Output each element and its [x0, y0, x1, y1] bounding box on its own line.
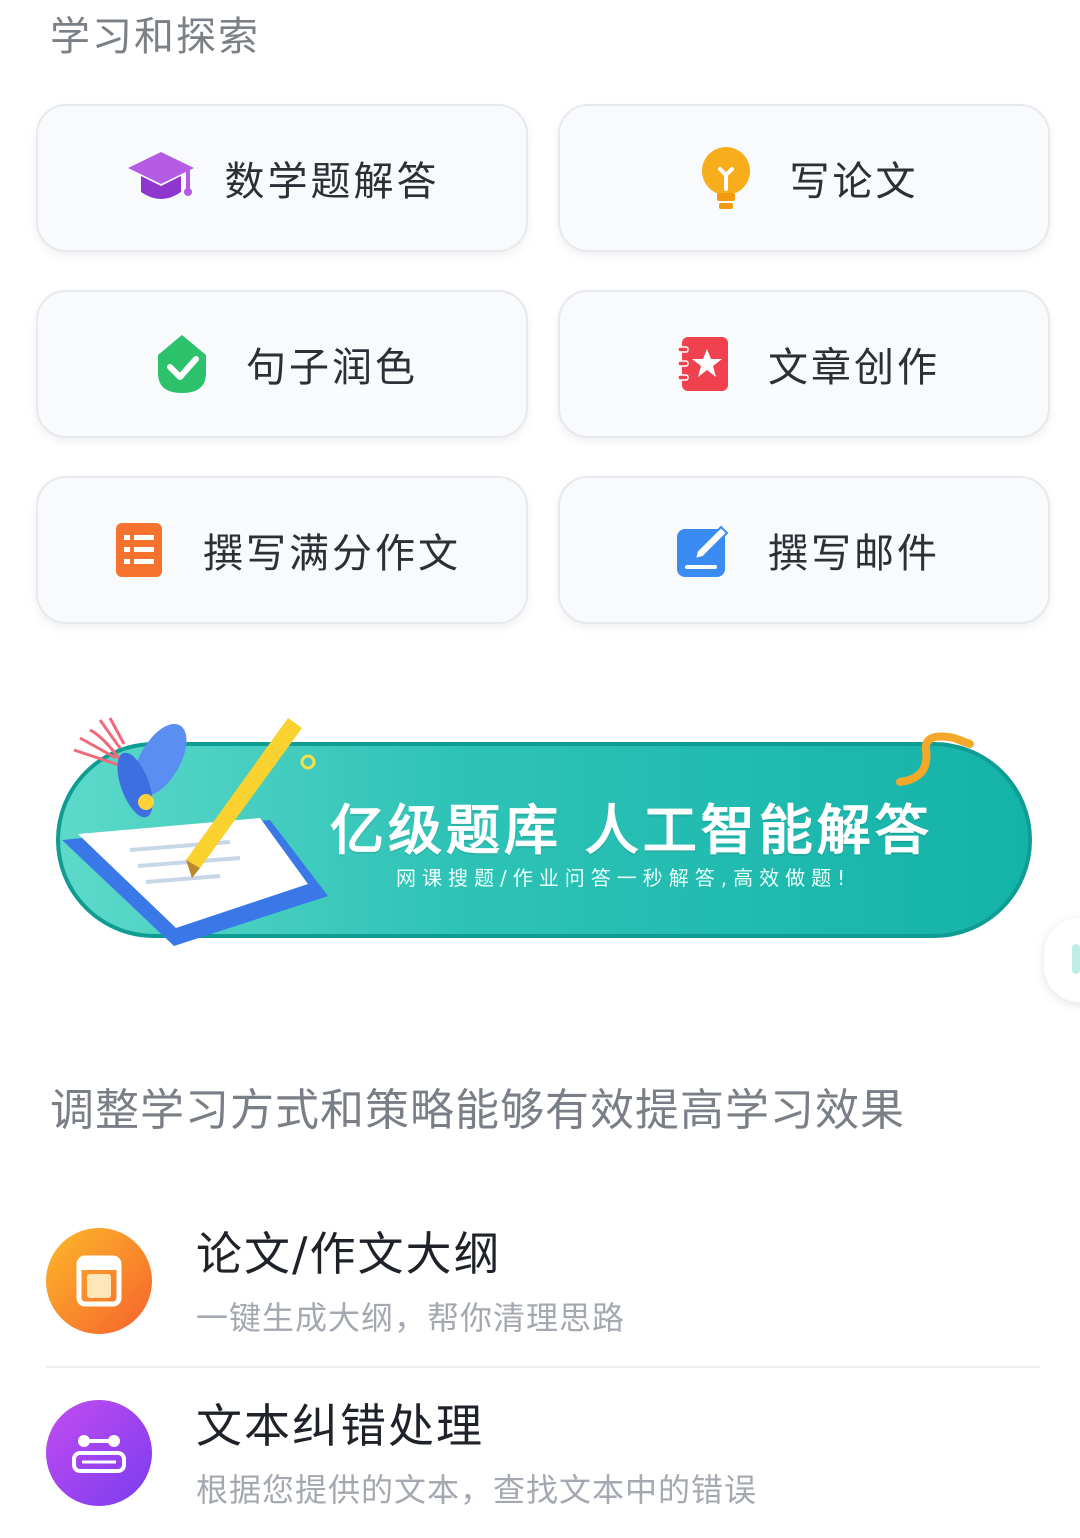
notebook-icon	[46, 1228, 152, 1334]
card-label: 文章创作	[768, 345, 940, 391]
full-score-essay-card[interactable]: 撰写满分作文	[36, 476, 528, 624]
sentence-polish-card[interactable]: 句子润色	[36, 290, 528, 438]
side-float-handle[interactable]	[1044, 918, 1080, 1002]
write-email-card[interactable]: 撰写邮件	[558, 476, 1050, 624]
lightbulb-icon	[690, 142, 762, 214]
write-paper-card[interactable]: 写论文	[558, 104, 1050, 252]
article-creation-card[interactable]: 文章创作	[558, 290, 1050, 438]
list-item-title: 文本纠错处理	[196, 1399, 484, 1453]
card-label: 数学题解答	[224, 159, 440, 205]
list-item-text-correction[interactable]: 文本纠错处理 根据您提供的文本，查找文本中的错误	[46, 1366, 1040, 1538]
math-solver-card[interactable]: 数学题解答	[36, 104, 528, 252]
list-item-subtitle: 根据您提供的文本，查找文本中的错误	[196, 1471, 758, 1509]
banner-subtitle: 网课搜题/作业问答一秒解答,高效做题!	[396, 866, 852, 890]
star-notebook-icon	[668, 328, 740, 400]
section-title: 学习和探索	[50, 14, 260, 60]
feature-list: 论文/作文大纲 一键生成大纲，帮你清理思路 文本纠错处理 根据您提供的文本，查找…	[46, 1196, 1040, 1538]
card-label: 写论文	[789, 159, 919, 205]
graduation-cap-icon	[125, 142, 197, 214]
list-item-subtitle: 一键生成大纲，帮你清理思路	[196, 1299, 626, 1337]
card-label: 句子润色	[246, 345, 418, 391]
banner-title: 亿级题库 人工智能解答	[330, 799, 933, 862]
edit-pen-icon	[668, 514, 740, 586]
question-bank-banner[interactable]: 亿级题库 人工智能解答 网课搜题/作业问答一秒解答,高效做题!	[50, 700, 1040, 960]
check-badge-icon	[146, 328, 218, 400]
list-item-essay-outline[interactable]: 论文/作文大纲 一键生成大纲，帮你清理思路	[46, 1196, 1040, 1366]
card-label: 撰写邮件	[768, 531, 940, 577]
card-label: 撰写满分作文	[203, 531, 461, 577]
list-document-icon	[103, 514, 175, 586]
text-correction-icon	[46, 1400, 152, 1506]
tip-text: 调整学习方式和策略能够有效提高学习效果	[50, 1085, 905, 1136]
feature-grid: 数学题解答 写论文 句子润色 文章创作 撰写满分作文 撰写邮件	[36, 104, 1050, 624]
list-item-title: 论文/作文大纲	[196, 1227, 502, 1281]
